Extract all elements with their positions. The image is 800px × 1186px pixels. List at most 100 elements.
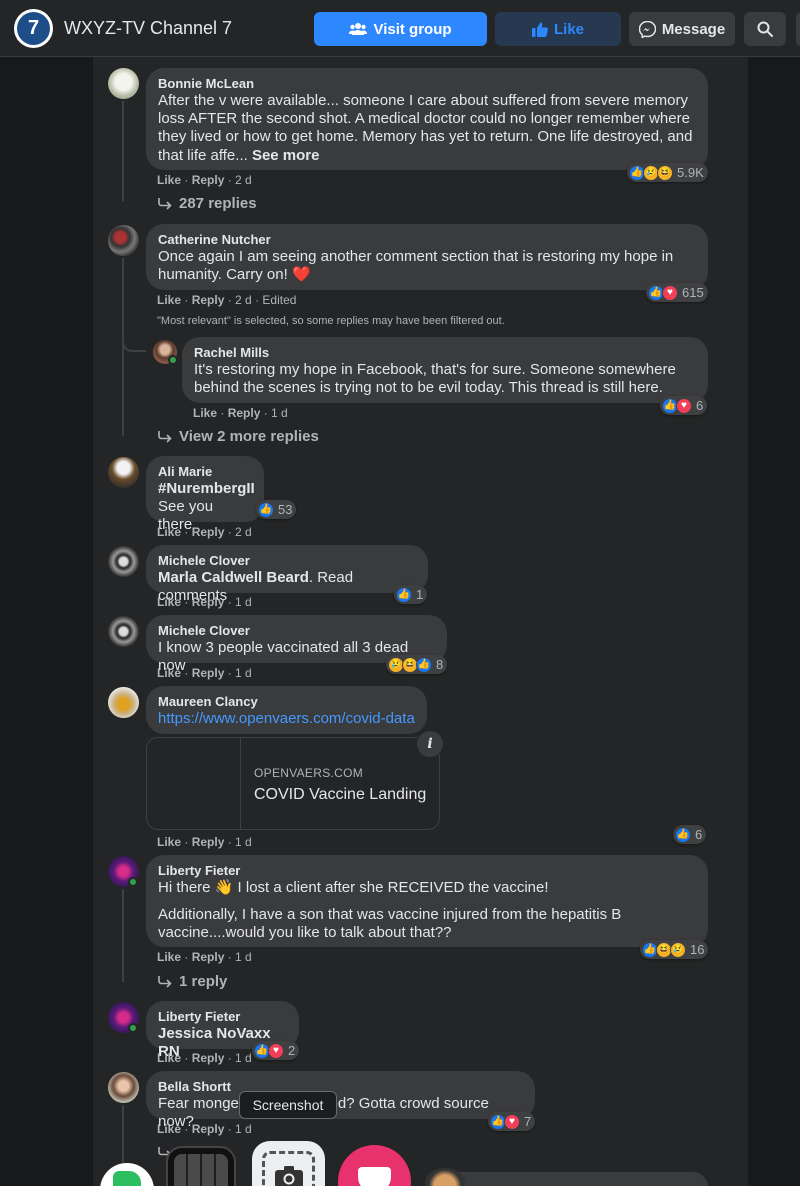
page-title[interactable]: WXYZ-TV Channel 7 xyxy=(64,18,232,39)
reaction-summary[interactable]: 👍 1 xyxy=(394,585,428,604)
view-more-replies-link[interactable]: View 2 more replies xyxy=(157,428,319,445)
like-action[interactable]: Like xyxy=(157,173,181,187)
comment-time[interactable]: 1 d xyxy=(235,666,252,680)
comment-author[interactable]: Liberty Fieter xyxy=(158,862,696,879)
reply-time[interactable]: 1 d xyxy=(271,406,288,420)
link-preview-image xyxy=(147,738,241,829)
reaction-count: 615 xyxy=(682,285,704,300)
link-preview-title: COVID Vaccine Landing xyxy=(254,786,427,803)
reply-action[interactable]: Reply xyxy=(192,293,225,307)
reaction-summary[interactable]: 😢 😆 👍 8 xyxy=(386,655,448,674)
link-preview-domain: OPENVAERS.COM xyxy=(254,766,364,780)
online-status-icon xyxy=(128,877,138,887)
more-button[interactable] xyxy=(796,12,800,46)
reaction-summary[interactable]: 👍 6 xyxy=(673,825,707,844)
like-reaction-icon: 👍 xyxy=(416,656,432,673)
comment-actions: Like · Reply · 1 d xyxy=(157,1122,252,1136)
comment-text: After the v were available... someone I … xyxy=(158,92,696,165)
comment-author[interactable]: Catherine Nutcher xyxy=(158,231,696,248)
love-reaction-icon: ♥ xyxy=(662,284,678,301)
reaction-summary[interactable]: 👍 ♥ 6 xyxy=(660,396,708,415)
like-page-button[interactable]: Like xyxy=(495,12,621,46)
hashtag-link[interactable]: #NurembergII xyxy=(158,480,255,497)
comment-time[interactable]: 2 d xyxy=(235,525,252,539)
visit-group-button[interactable]: Visit group xyxy=(314,12,487,46)
avatar[interactable] xyxy=(108,687,139,718)
comment-author[interactable]: Liberty Fieter xyxy=(158,1008,287,1025)
like-action[interactable]: Like xyxy=(157,666,181,680)
comment-time[interactable]: 1 d xyxy=(235,595,252,609)
photo-booth-app-icon[interactable] xyxy=(166,1146,236,1186)
reply-action[interactable]: Reply xyxy=(192,525,225,539)
comment-author[interactable]: Bonnie McLean xyxy=(158,75,696,92)
comment-actions: Like · Reply · 1 d xyxy=(157,1051,252,1065)
reply-arrow-icon xyxy=(157,975,173,988)
haha-reaction-icon: 😆 xyxy=(657,164,673,181)
comment-actions: Like · Reply · 1 d xyxy=(157,835,252,849)
comment-time[interactable]: 1 d xyxy=(235,1122,252,1136)
screenshot-app-icon[interactable] xyxy=(252,1141,325,1186)
comment-author[interactable]: Maureen Clancy xyxy=(158,693,415,710)
link-preview-card[interactable]: OPENVAERS.COM COVID Vaccine Landing xyxy=(146,737,440,830)
reply-action[interactable]: Reply xyxy=(192,1122,225,1136)
comment-time[interactable]: 1 d xyxy=(235,950,252,964)
reply-action[interactable]: Reply xyxy=(192,666,225,680)
love-reaction-icon: ♥ xyxy=(504,1113,520,1130)
reaction-summary[interactable]: 👍 😆 😢 16 xyxy=(640,940,709,959)
comment-text: Additionally, I have a son that was vacc… xyxy=(158,906,622,942)
like-action[interactable]: Like xyxy=(193,406,217,420)
reply-action[interactable]: Reply xyxy=(192,950,225,964)
reaction-summary[interactable]: 👍 ♥ 2 xyxy=(252,1041,300,1060)
reaction-summary[interactable]: 👍 53 xyxy=(256,500,297,519)
comment-author[interactable]: Bella Shortt xyxy=(158,1078,523,1095)
reply-action[interactable]: Reply xyxy=(228,406,261,420)
reply-text: It's restoring my hope in Facebook, that… xyxy=(194,361,676,397)
replies-count: View 2 more replies xyxy=(179,428,319,445)
reply-action[interactable]: Reply xyxy=(192,173,225,187)
reply-action[interactable]: Reply xyxy=(192,595,225,609)
see-more-link[interactable]: See more xyxy=(252,147,320,164)
message-button[interactable]: Message xyxy=(629,12,735,46)
like-action[interactable]: Like xyxy=(157,950,181,964)
comment-actions: Like · Reply · 2 d xyxy=(157,173,252,187)
reaction-summary[interactable]: 👍 😢 😆 5.9K xyxy=(627,163,708,182)
comment-body: After the v were available... someone I … xyxy=(158,92,693,164)
avatar[interactable] xyxy=(108,616,139,647)
search-icon xyxy=(757,21,773,37)
like-action[interactable]: Like xyxy=(157,525,181,539)
like-action[interactable]: Like xyxy=(157,835,181,849)
comment-author[interactable]: Ali Marie xyxy=(158,463,252,480)
like-action[interactable]: Like xyxy=(157,595,181,609)
comment-link[interactable]: https://www.openvaers.com/covid-data xyxy=(158,710,415,728)
sad-reaction-icon: 😢 xyxy=(670,941,686,958)
reaction-count: 2 xyxy=(288,1043,296,1058)
avatar[interactable] xyxy=(108,457,139,488)
reply-author[interactable]: Rachel Mills xyxy=(194,344,696,361)
like-action[interactable]: Like xyxy=(157,293,181,307)
avatar[interactable] xyxy=(108,1072,139,1103)
comment-time[interactable]: 1 d xyxy=(235,1051,252,1065)
comment-time[interactable]: 1 d xyxy=(235,835,252,849)
love-reaction-icon: ♥ xyxy=(676,397,692,414)
comment-time[interactable]: 2 d xyxy=(235,173,252,187)
view-replies-link[interactable]: 1 reply xyxy=(157,973,227,990)
mention-link[interactable]: Marla Caldwell Beard xyxy=(158,569,309,586)
reaction-summary[interactable]: 👍 ♥ 615 xyxy=(646,283,708,302)
info-icon[interactable]: i xyxy=(416,730,444,758)
avatar[interactable] xyxy=(108,68,139,99)
screenshot-tooltip: Screenshot xyxy=(239,1091,337,1119)
comment-bubble: Michele Clover Marla Caldwell Beard. Rea… xyxy=(146,545,428,604)
reply-action[interactable]: Reply xyxy=(192,835,225,849)
like-action[interactable]: Like xyxy=(157,1051,181,1065)
reply-action[interactable]: Reply xyxy=(192,1051,225,1065)
comment-time[interactable]: 2 d xyxy=(235,293,252,307)
like-action[interactable]: Like xyxy=(157,1122,181,1136)
search-button[interactable] xyxy=(744,12,786,46)
comment-author[interactable]: Michele Clover xyxy=(158,622,435,639)
page-logo[interactable]: 7 xyxy=(14,9,53,48)
reaction-summary[interactable]: 👍 ♥ 7 xyxy=(488,1112,536,1131)
view-replies-link[interactable]: 287 replies xyxy=(157,195,257,212)
comment-author[interactable]: Michele Clover xyxy=(158,552,416,569)
avatar[interactable] xyxy=(108,225,139,256)
avatar[interactable] xyxy=(108,546,139,577)
